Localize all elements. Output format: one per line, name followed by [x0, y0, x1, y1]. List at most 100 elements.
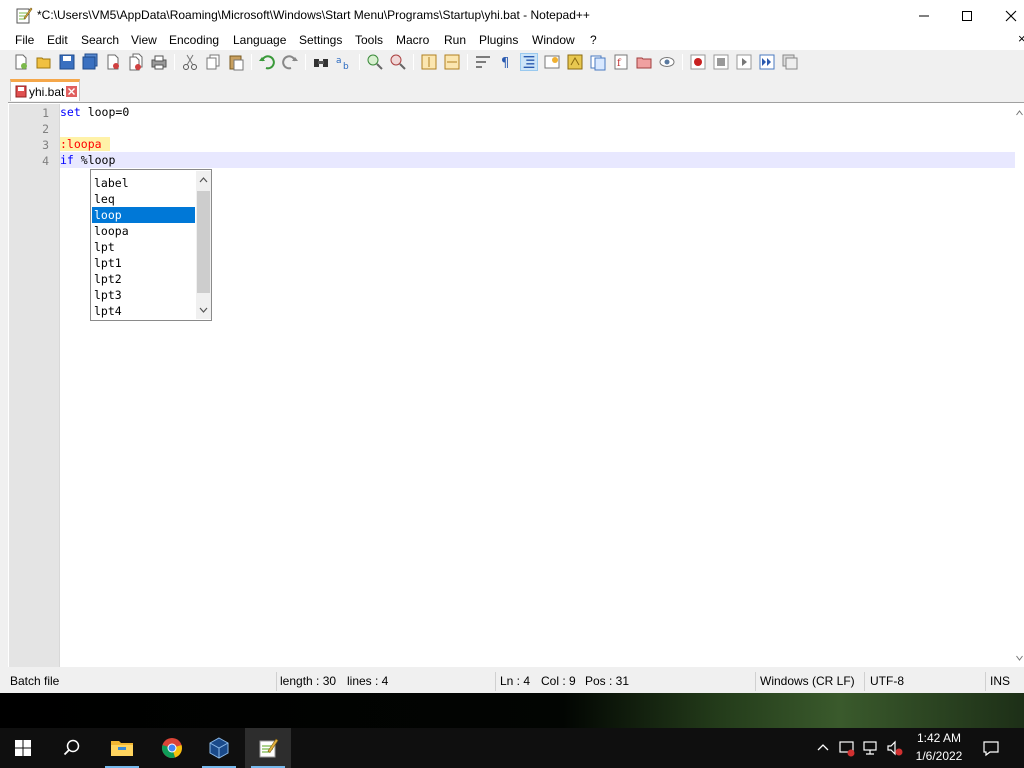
start-button[interactable] [0, 728, 46, 768]
close-window-button[interactable] [988, 0, 1024, 31]
menu-search[interactable]: Search [81, 33, 119, 47]
indent-guide-icon[interactable] [520, 53, 538, 71]
menu-run[interactable]: Run [444, 33, 466, 47]
cut-icon[interactable] [181, 53, 199, 71]
code-line-1[interactable]: set loop=0 [60, 104, 129, 120]
zoom-out-icon[interactable] [389, 53, 407, 71]
run-macro-multiple-icon[interactable] [758, 53, 776, 71]
search-icon [63, 739, 80, 756]
show-all-chars-icon[interactable]: ¶ [497, 53, 515, 71]
redo-icon[interactable] [281, 53, 299, 71]
autocomplete-item[interactable]: lpt4 [92, 303, 195, 319]
menu-file[interactable]: File [15, 33, 34, 47]
taskbar-virtualbox[interactable] [196, 728, 242, 768]
save-icon[interactable] [58, 53, 76, 71]
menu-edit[interactable]: Edit [47, 33, 68, 47]
svg-text:a: a [336, 56, 342, 66]
current-line-highlight [60, 152, 1015, 168]
menu-settings[interactable]: Settings [299, 33, 342, 47]
toolbar: ab ¶ f [0, 50, 1024, 75]
desktop-background [0, 693, 1024, 728]
play-macro-icon[interactable] [735, 53, 753, 71]
menu-language[interactable]: Language [233, 33, 286, 47]
autocomplete-item[interactable]: label [92, 175, 195, 191]
menu-macro[interactable]: Macro [396, 33, 429, 47]
zoom-in-icon[interactable] [366, 53, 384, 71]
record-macro-icon[interactable] [689, 53, 707, 71]
menu-plugins[interactable]: Plugins [479, 33, 518, 47]
menu-bar: File Edit Search View Encoding Language … [0, 31, 1024, 50]
menu-encoding[interactable]: Encoding [169, 33, 219, 47]
autocomplete-item[interactable]: lpt2 [92, 271, 195, 287]
document-map-icon[interactable] [566, 53, 584, 71]
taskbar-chrome[interactable] [149, 728, 195, 768]
scroll-down-icon[interactable] [199, 307, 208, 313]
user-language-icon[interactable] [543, 53, 561, 71]
function-list-icon[interactable]: f [612, 53, 630, 71]
status-separator [985, 672, 986, 691]
document-list-icon[interactable] [589, 53, 607, 71]
autocomplete-scrollbar[interactable] [196, 171, 211, 319]
network-icon[interactable] [862, 739, 880, 757]
word-wrap-icon[interactable] [474, 53, 492, 71]
replace-icon[interactable]: ab [335, 53, 353, 71]
show-hidden-icons-icon[interactable] [814, 739, 832, 757]
editor-vertical-scrollbar[interactable] [1015, 104, 1024, 667]
close-file-icon[interactable] [104, 53, 122, 71]
sync-vertical-icon[interactable] [420, 53, 438, 71]
title-bar[interactable]: *C:\Users\VM5\AppData\Roaming\Microsoft\… [0, 0, 1024, 31]
new-file-icon[interactable] [12, 53, 30, 71]
scroll-up-icon[interactable] [199, 177, 208, 183]
copy-icon[interactable] [204, 53, 222, 71]
save-macro-icon[interactable] [781, 53, 799, 71]
autocomplete-item[interactable]: lpt1 [92, 255, 195, 271]
menu-view[interactable]: View [131, 33, 157, 47]
toolbar-separator [413, 54, 414, 70]
clock-date[interactable]: 1/6/2022 [906, 749, 972, 763]
find-icon[interactable] [312, 53, 330, 71]
clock-time[interactable]: 1:42 AM [906, 731, 972, 745]
toolbar-separator [251, 54, 252, 70]
autocomplete-item[interactable]: loopa [92, 223, 195, 239]
tab-yhi-bat[interactable]: yhi.bat [10, 79, 80, 101]
taskbar-search-button[interactable] [49, 728, 95, 768]
security-alert-icon[interactable] [838, 739, 856, 757]
autocomplete-list[interactable]: label leq loop loopa lpt lpt1 lpt2 lpt3 … [90, 169, 212, 321]
save-all-icon[interactable] [81, 53, 99, 71]
maximize-button[interactable] [944, 0, 990, 31]
close-all-icon[interactable] [127, 53, 145, 71]
stop-recording-icon[interactable] [712, 53, 730, 71]
status-insert-mode: INS [990, 674, 1011, 688]
open-file-icon[interactable] [35, 53, 53, 71]
folder-workspace-icon[interactable] [635, 53, 653, 71]
monitoring-icon[interactable] [658, 53, 676, 71]
notifications-icon[interactable] [982, 739, 1000, 757]
taskbar-file-explorer[interactable] [99, 728, 145, 768]
taskbar-notepadpp[interactable] [245, 728, 291, 768]
autocomplete-item[interactable]: leq [92, 191, 195, 207]
code-line-3[interactable]: :loopa [60, 136, 110, 152]
undo-icon[interactable] [258, 53, 276, 71]
line-number: 1 [42, 106, 49, 120]
scrollbar-thumb[interactable] [197, 191, 210, 293]
tab-bar: yhi.bat [0, 77, 1024, 102]
paste-icon[interactable] [227, 53, 245, 71]
maximize-icon [962, 10, 972, 21]
status-language: Batch file [10, 674, 60, 688]
close-document-button[interactable]: × [1018, 31, 1024, 46]
notepadpp-icon [259, 738, 279, 758]
volume-muted-icon[interactable] [886, 739, 904, 757]
keyword-token: if [60, 153, 74, 167]
menu-help[interactable]: ? [590, 33, 597, 47]
code-line-4[interactable]: if %loop [60, 152, 115, 168]
autocomplete-item[interactable]: lpt3 [92, 287, 195, 303]
autocomplete-item[interactable]: lpt [92, 239, 195, 255]
print-icon[interactable] [150, 53, 168, 71]
tab-close-icon[interactable] [66, 86, 77, 97]
minimize-button[interactable] [901, 0, 947, 31]
autocomplete-item-selected[interactable]: loop [92, 207, 195, 223]
menu-tools[interactable]: Tools [355, 33, 383, 47]
status-separator [755, 672, 756, 691]
menu-window[interactable]: Window [532, 33, 575, 47]
sync-horizontal-icon[interactable] [443, 53, 461, 71]
